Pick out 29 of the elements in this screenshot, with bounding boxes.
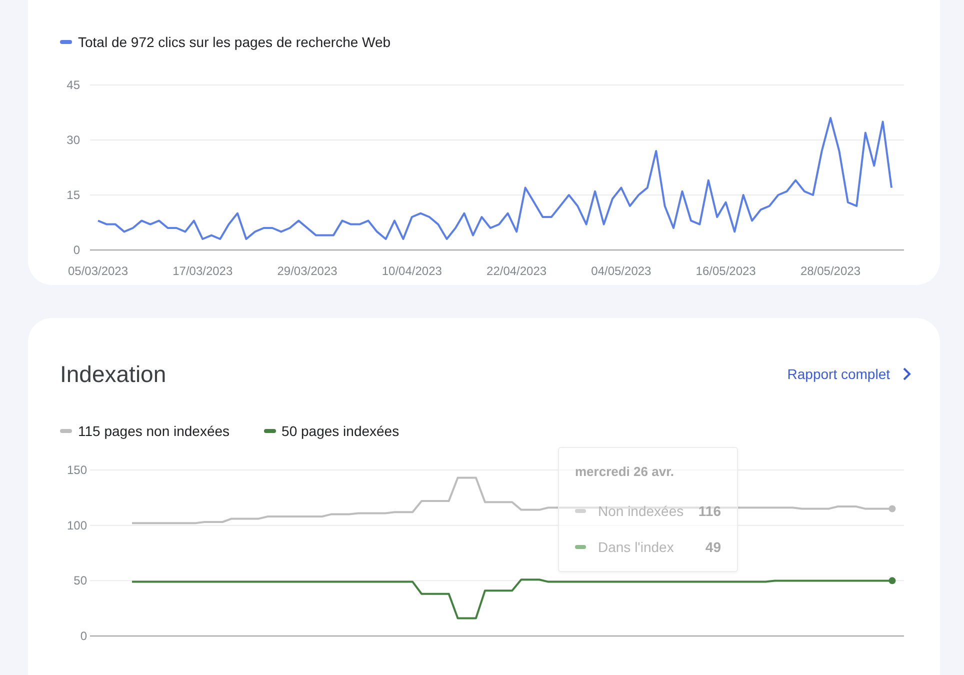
legend-label: Total de 972 clics sur les pages de recherche Web bbox=[78, 34, 391, 50]
axis-label: 05/03/2023 bbox=[68, 264, 128, 278]
axis-label: 22/04/2023 bbox=[486, 264, 547, 278]
tooltip-label: Non indexées bbox=[598, 503, 685, 519]
tooltip-label: Dans l'index bbox=[598, 539, 675, 555]
tooltip-value: 116 bbox=[698, 503, 721, 519]
axis-label: 30 bbox=[66, 133, 80, 147]
axis-label: 150 bbox=[66, 463, 87, 477]
card-title: Indexation bbox=[60, 360, 166, 388]
tooltip-value: 49 bbox=[705, 539, 721, 555]
axis-label: 28/05/2023 bbox=[800, 264, 860, 278]
endpoint-dot bbox=[888, 505, 896, 512]
axis-label: 0 bbox=[73, 243, 80, 257]
legend-label: 115 pages non indexées bbox=[78, 423, 230, 439]
tooltip-date: mercredi 26 avr. bbox=[575, 464, 676, 479]
axis-label: 0 bbox=[80, 629, 87, 643]
axis-label: 29/03/2023 bbox=[277, 264, 338, 278]
axis-label: 15 bbox=[66, 188, 80, 202]
axis-label: 17/03/2023 bbox=[172, 264, 233, 278]
full-report-link[interactable]: Rapport complet bbox=[787, 366, 912, 382]
endpoint-dot bbox=[888, 577, 896, 584]
axis-label: 100 bbox=[66, 518, 87, 532]
chevron-right-icon bbox=[902, 367, 912, 381]
axis-label: 16/05/2023 bbox=[696, 264, 756, 278]
axis-label: 10/04/2023 bbox=[382, 264, 442, 278]
axis-label: 45 bbox=[66, 78, 80, 92]
legend-label: 50 pages indexées bbox=[282, 423, 400, 439]
axis-label: 04/05/2023 bbox=[591, 264, 652, 278]
axis-label: 50 bbox=[74, 574, 87, 588]
